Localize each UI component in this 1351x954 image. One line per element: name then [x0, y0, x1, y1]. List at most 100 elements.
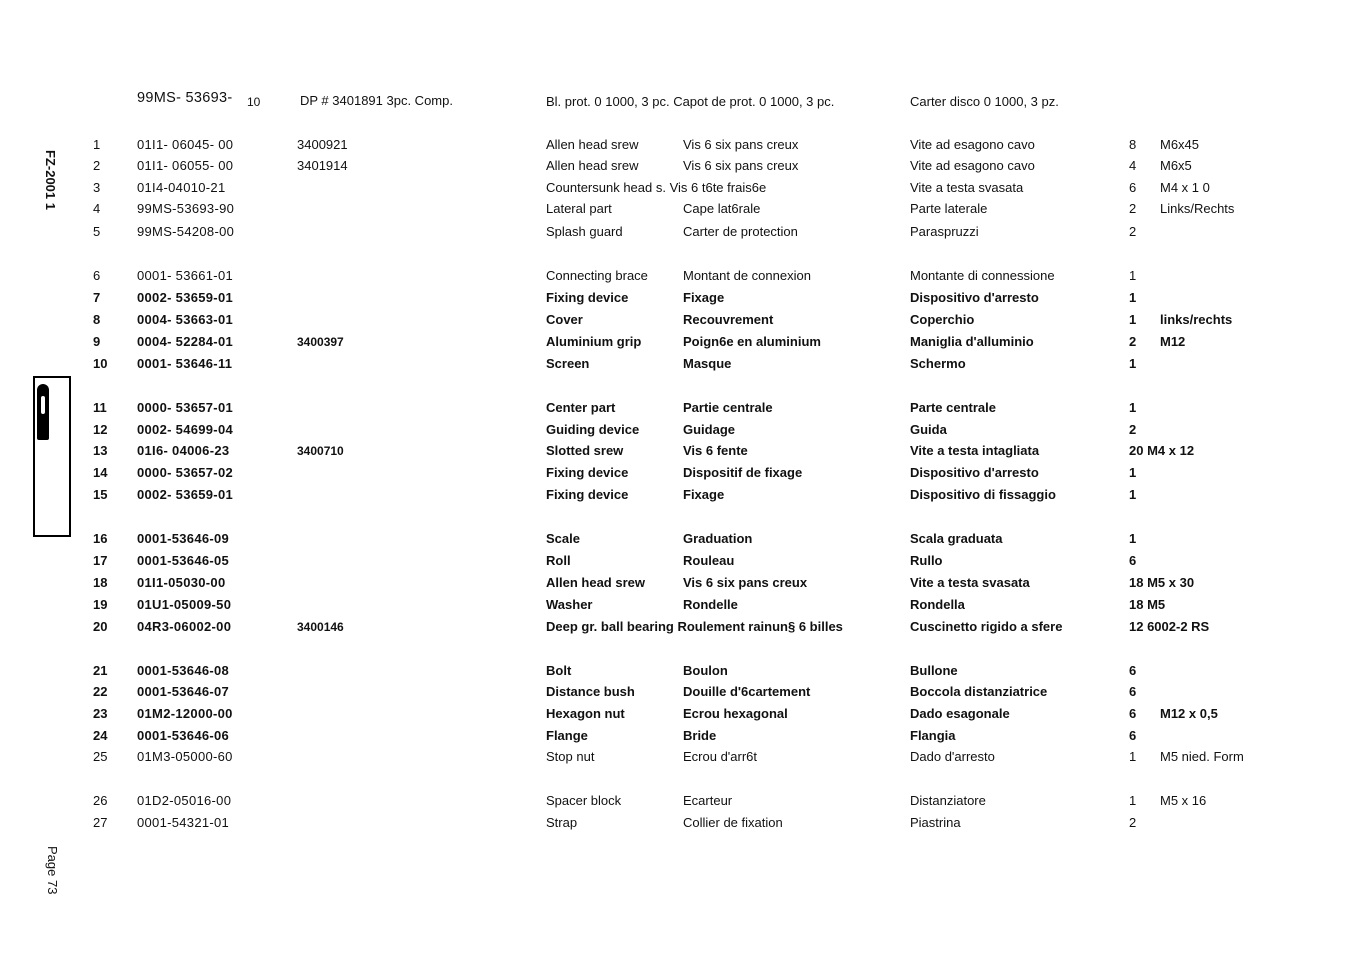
description-fr: Ecrou d'arr6t — [683, 749, 758, 764]
description-fr: Ecarteur — [683, 793, 733, 808]
description-it: Parte centrale — [910, 400, 996, 415]
description-en: Fixing device — [546, 487, 629, 502]
description-fr: Recouvrement — [683, 312, 774, 327]
quantity: 2 — [1129, 224, 1137, 239]
description-it: Rullo — [910, 553, 943, 568]
size-note: M12 — [1160, 334, 1186, 349]
item-number: 27 — [93, 815, 108, 830]
description-en: Deep gr. ball bearing Roulement rainun§ … — [546, 619, 843, 634]
description-fr: Collier de fixation — [683, 815, 783, 830]
item-number: 13 — [93, 443, 108, 458]
description-fr: Rondelle — [683, 597, 738, 612]
description-it: Montante di connessione — [910, 268, 1055, 283]
description-en: Roll — [546, 553, 571, 568]
description-en: Scale — [546, 531, 580, 546]
description-en: Spacer block — [546, 793, 622, 808]
part-number: 99MS-54208-00 — [137, 224, 235, 239]
description-en: Countersunk head s. Vis 6 t6te frais6e — [546, 180, 767, 195]
part-number: 0001-53646-07 — [137, 684, 230, 699]
description-it: Dispositivo d'arresto — [910, 465, 1039, 480]
description-en: Washer — [546, 597, 593, 612]
parts-list-page: 99MS- 53693- 10 DP # 3401891 3pc. Comp. … — [0, 0, 1351, 954]
part-number: 01I6- 04006-23 — [137, 443, 230, 458]
quantity: 1 — [1129, 531, 1137, 546]
quantity: 18 M5 x 30 — [1129, 575, 1195, 590]
description-en: Distance bush — [546, 684, 635, 699]
quantity: 20 M4 x 12 — [1129, 443, 1195, 458]
part-number: 0002- 53659-01 — [137, 487, 233, 502]
header-reference: DP # 3401891 3pc. Comp. — [300, 93, 453, 108]
item-number: 14 — [93, 465, 108, 480]
description-it: Dado esagonale — [910, 706, 1010, 721]
quantity: 6 — [1129, 553, 1137, 568]
quantity: 1 — [1129, 487, 1137, 502]
description-fr: Graduation — [683, 531, 753, 546]
description-it: Bullone — [910, 663, 958, 678]
description-en: Allen head srew — [546, 158, 639, 173]
description-fr: Boulon — [683, 663, 728, 678]
item-number: 17 — [93, 553, 108, 568]
quantity: 6 — [1129, 706, 1137, 721]
description-en: Flange — [546, 728, 588, 743]
description-fr: Cape lat6rale — [683, 201, 761, 216]
description-en: Guiding device — [546, 422, 640, 437]
description-it: Schermo — [910, 356, 966, 371]
item-number: 22 — [93, 684, 108, 699]
part-number: 01I1- 06055- 00 — [137, 158, 234, 173]
size-note: Links/Rechts — [1160, 201, 1235, 216]
description-fr: Dispositif de fixage — [683, 465, 803, 480]
description-fr: Masque — [683, 356, 732, 371]
description-it: Vite a testa svasata — [910, 180, 1024, 195]
item-number: 20 — [93, 619, 108, 634]
description-it: Vite a testa svasata — [910, 575, 1030, 590]
part-number: 0001-53646-09 — [137, 531, 230, 546]
description-fr: Poign6e en aluminium — [683, 334, 821, 349]
description-en: Lateral part — [546, 201, 612, 216]
description-fr: Vis 6 six pans creux — [683, 158, 799, 173]
item-number: 3 — [93, 180, 101, 195]
quantity: 2 — [1129, 815, 1137, 830]
quantity: 1 — [1129, 749, 1137, 764]
part-number: 0004- 53663-01 — [137, 312, 233, 327]
quantity: 1 — [1129, 400, 1137, 415]
part-number: 01I4-04010-21 — [137, 180, 226, 195]
description-fr: Douille d'6cartement — [683, 684, 811, 699]
header-part-number: 99MS- 53693- — [137, 90, 233, 106]
page-number: Page 73 — [45, 846, 60, 895]
item-number: 2 — [93, 158, 101, 173]
description-it: Vite a testa intagliata — [910, 443, 1040, 458]
description-it: Dispositivo d'arresto — [910, 290, 1039, 305]
item-number: 16 — [93, 531, 108, 546]
item-number: 1 — [93, 137, 101, 152]
description-en: Allen head srew — [546, 575, 645, 590]
size-note: M12 x 0,5 — [1160, 706, 1218, 721]
quantity: 1 — [1129, 268, 1137, 283]
quantity: 6 — [1129, 180, 1137, 195]
part-number: 0002- 54699-04 — [137, 422, 233, 437]
document-code: FZ-2001 1 — [43, 150, 58, 210]
description-fr: Ecrou hexagonal — [683, 706, 788, 721]
quantity: 1 — [1129, 793, 1137, 808]
description-en: Slotted srew — [546, 443, 624, 458]
item-number: 9 — [93, 334, 101, 349]
part-number: 01I1- 06045- 00 — [137, 137, 234, 152]
description-it: Flangia — [910, 728, 956, 743]
header-part-suffix: 10 — [247, 95, 261, 109]
part-number: 04R3-06002-00 — [137, 619, 232, 634]
description-en: Fixing device — [546, 465, 629, 480]
description-fr: Bride — [683, 728, 717, 743]
item-number: 21 — [93, 663, 108, 678]
item-number: 26 — [93, 793, 108, 808]
description-it: Boccola distanziatrice — [910, 684, 1048, 699]
description-fr: Montant de connexion — [683, 268, 811, 283]
part-number: 0001-53646-06 — [137, 728, 230, 743]
description-fr: Carter de protection — [683, 224, 798, 239]
description-it: Coperchio — [910, 312, 975, 327]
item-number: 18 — [93, 575, 108, 590]
item-number: 7 — [93, 290, 101, 305]
header-description-it: Carter disco 0 1000, 3 pz. — [910, 94, 1059, 109]
part-number: 0004- 52284-01 — [137, 334, 233, 349]
description-fr: Vis 6 fente — [683, 443, 748, 458]
part-number: 01D2-05016-00 — [137, 793, 232, 808]
description-fr: Rouleau — [683, 553, 735, 568]
